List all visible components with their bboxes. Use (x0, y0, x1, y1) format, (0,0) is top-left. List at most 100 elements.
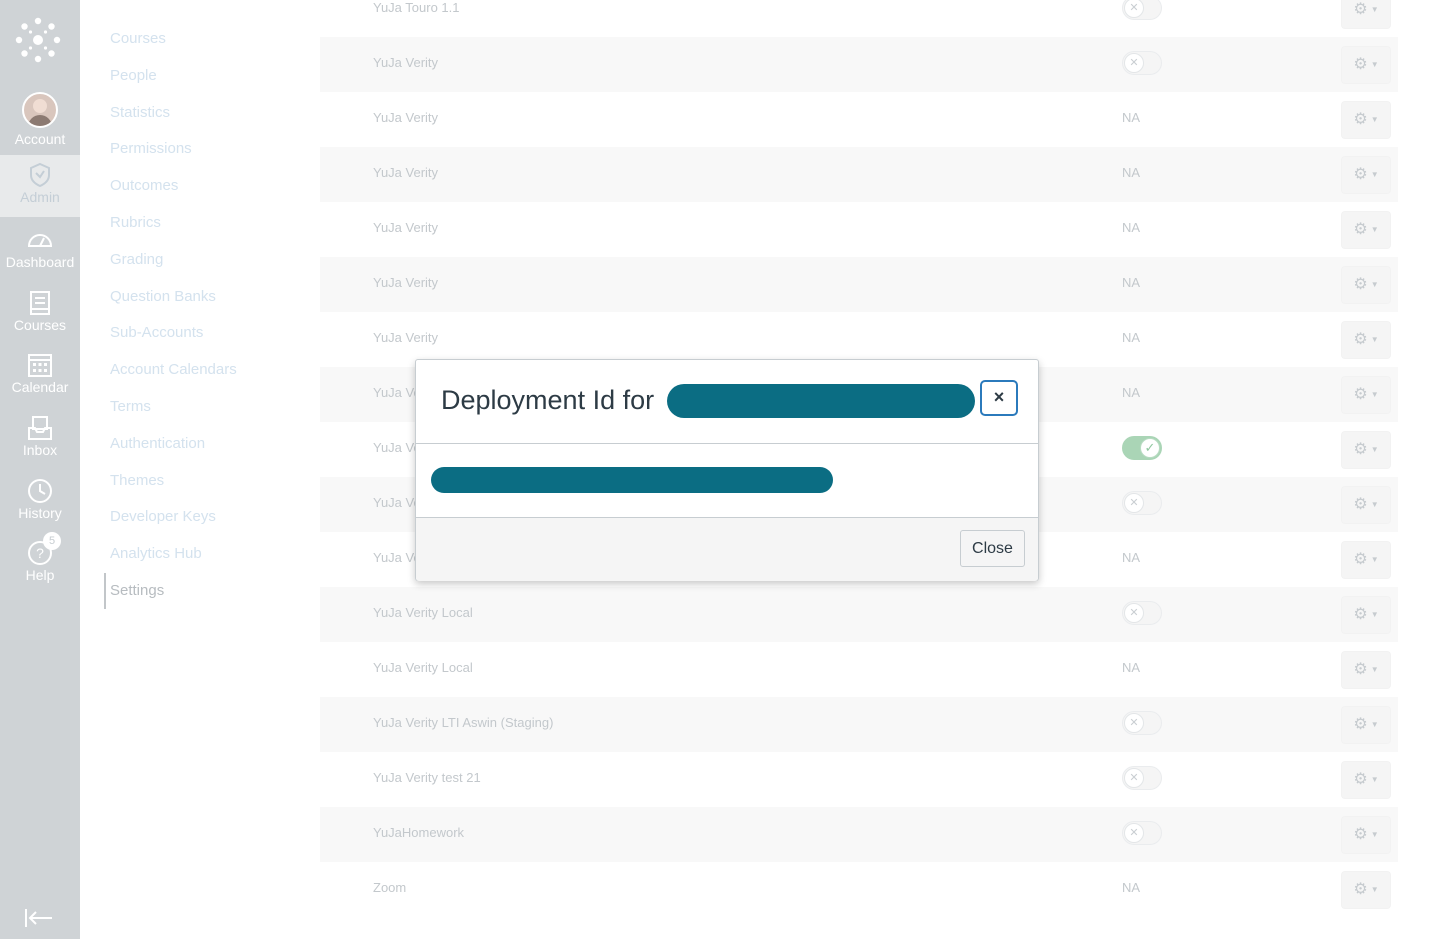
x-icon: ✕ (1124, 0, 1144, 18)
subnav-account-calendars[interactable]: Account Calendars (110, 361, 237, 378)
nav-calendar[interactable]: Calendar (0, 345, 80, 407)
toggle-off-switch[interactable]: ✕ (1122, 491, 1162, 515)
nav-account[interactable]: Account (0, 84, 80, 154)
svg-text:?: ? (36, 545, 44, 561)
deployment-id-dialog: Deployment Id for × Close (415, 359, 1039, 581)
nav-dashboard[interactable]: Dashboard (0, 220, 80, 282)
toggle-off-switch[interactable]: ✕ (1122, 766, 1162, 790)
app-name: YuJa Verity LTI Aswin (Staging) (373, 715, 554, 730)
dialog-footer: Close (416, 517, 1038, 581)
gear-icon: ⚙ (1353, 661, 1368, 678)
settings-menu-button[interactable]: ⚙ ▼ (1341, 156, 1391, 194)
subnav-analytics-hub[interactable]: Analytics Hub (110, 545, 202, 562)
status-na: NA (1122, 385, 1141, 400)
toggle-off-switch[interactable]: ✕ (1122, 601, 1162, 625)
settings-menu-button[interactable]: ⚙ ▼ (1341, 376, 1391, 414)
caret-down-icon: ▼ (1370, 390, 1379, 399)
gear-icon: ⚙ (1353, 881, 1368, 898)
subnav-people[interactable]: People (110, 67, 157, 84)
collapse-nav-icon[interactable] (24, 906, 54, 930)
settings-menu-button[interactable]: ⚙ ▼ (1341, 651, 1391, 689)
app-name: YuJa Ve (373, 495, 421, 510)
status-na: NA (1122, 660, 1141, 675)
app-name: YuJa Touro 1.1 (373, 0, 460, 15)
gear-icon: ⚙ (1353, 826, 1368, 843)
table-row: YuJa Verity NA ⚙ ▼ (320, 92, 1398, 147)
canvas-logo-icon[interactable] (0, 0, 80, 80)
nav-admin-label: Admin (20, 189, 60, 205)
nav-history[interactable]: History (0, 471, 80, 533)
subnav-sub-accounts[interactable]: Sub-Accounts (110, 324, 203, 341)
caret-down-icon: ▼ (1370, 280, 1379, 289)
app-name: YuJa Ve (373, 440, 421, 455)
table-row: YuJa Verity LTI Aswin (Staging) ✕ ⚙ ▼ (320, 697, 1398, 752)
settings-menu-button[interactable]: ⚙ ▼ (1341, 761, 1391, 799)
table-row: Zoom NA ⚙ ▼ (320, 862, 1398, 917)
nav-courses[interactable]: Courses (0, 283, 80, 345)
subnav-rubrics[interactable]: Rubrics (110, 214, 161, 231)
redacted-app-name (667, 384, 975, 418)
gear-icon: ⚙ (1353, 606, 1368, 623)
app-name: YuJaHomework (373, 825, 465, 840)
settings-menu-button[interactable]: ⚙ ▼ (1341, 46, 1391, 84)
subnav-grading[interactable]: Grading (110, 251, 163, 268)
nav-admin[interactable]: Admin (0, 155, 80, 217)
nav-courses-label: Courses (13, 317, 67, 333)
caret-down-icon: ▼ (1370, 555, 1379, 564)
subnav-developer-keys[interactable]: Developer Keys (110, 508, 216, 525)
clock-icon (28, 479, 52, 503)
subnav-outcomes[interactable]: Outcomes (110, 177, 178, 194)
inbox-icon (28, 416, 52, 440)
subnav-settings[interactable]: Settings (110, 582, 164, 599)
gear-icon: ⚙ (1353, 221, 1368, 238)
toggle-on-switch[interactable]: ✓ (1122, 436, 1162, 460)
app-name: Zoom (373, 880, 407, 895)
settings-menu-button[interactable]: ⚙ ▼ (1341, 486, 1391, 524)
settings-menu-button[interactable]: ⚙ ▼ (1341, 871, 1391, 909)
table-row: YuJa Verity Local ✕ ⚙ ▼ (320, 587, 1398, 642)
settings-menu-button[interactable]: ⚙ ▼ (1341, 101, 1391, 139)
nav-help[interactable]: ? Help (0, 533, 80, 595)
toggle-off-switch[interactable]: ✕ (1122, 711, 1162, 735)
subnav-statistics[interactable]: Statistics (110, 104, 170, 121)
caret-down-icon: ▼ (1370, 775, 1379, 784)
toggle-off-switch[interactable]: ✕ (1122, 51, 1162, 75)
toggle-off-switch[interactable]: ✕ (1122, 0, 1162, 20)
gear-icon: ⚙ (1353, 56, 1368, 73)
app-name: YuJa Verity (373, 55, 439, 70)
status-na: NA (1122, 275, 1141, 290)
check-icon: ✓ (1140, 438, 1160, 458)
avatar (22, 92, 58, 128)
settings-menu-button[interactable]: ⚙ ▼ (1341, 596, 1391, 634)
subnav-themes[interactable]: Themes (110, 472, 164, 489)
nav-inbox-label: Inbox (22, 442, 58, 458)
settings-menu-button[interactable]: ⚙ ▼ (1341, 431, 1391, 469)
subnav-authentication[interactable]: Authentication (110, 435, 205, 452)
subnav-terms[interactable]: Terms (110, 398, 151, 415)
app-name: YuJa Verity test 21 (373, 770, 481, 785)
global-nav: Account Admin Dashboard Courses Calendar… (0, 0, 80, 939)
settings-menu-button[interactable]: ⚙ ▼ (1341, 321, 1391, 359)
table-row: YuJa Verity Local NA ⚙ ▼ (320, 642, 1398, 697)
close-button[interactable]: Close (960, 530, 1025, 567)
settings-menu-button[interactable]: ⚙ ▼ (1341, 816, 1391, 854)
help-count-badge: 5 (43, 532, 61, 550)
settings-menu-button[interactable]: ⚙ ▼ (1341, 541, 1391, 579)
toggle-off-switch[interactable]: ✕ (1122, 821, 1162, 845)
caret-down-icon: ▼ (1370, 885, 1379, 894)
gear-icon: ⚙ (1353, 496, 1368, 513)
subnav-active-indicator (104, 573, 106, 609)
subnav-courses[interactable]: Courses (110, 30, 166, 47)
app-name: YuJa Ve (373, 550, 421, 565)
settings-menu-button[interactable]: ⚙ ▼ (1341, 211, 1391, 249)
gear-icon: ⚙ (1353, 276, 1368, 293)
status-na: NA (1122, 165, 1141, 180)
subnav-question-banks[interactable]: Question Banks (110, 288, 216, 305)
settings-menu-button[interactable]: ⚙ ▼ (1341, 266, 1391, 304)
settings-menu-button[interactable]: ⚙ ▼ (1341, 706, 1391, 744)
nav-inbox[interactable]: Inbox (0, 408, 80, 470)
caret-down-icon: ▼ (1370, 500, 1379, 509)
settings-menu-button[interactable]: ⚙ ▼ (1341, 0, 1391, 29)
subnav-permissions[interactable]: Permissions (110, 140, 192, 157)
close-x-button[interactable]: × (980, 380, 1018, 416)
